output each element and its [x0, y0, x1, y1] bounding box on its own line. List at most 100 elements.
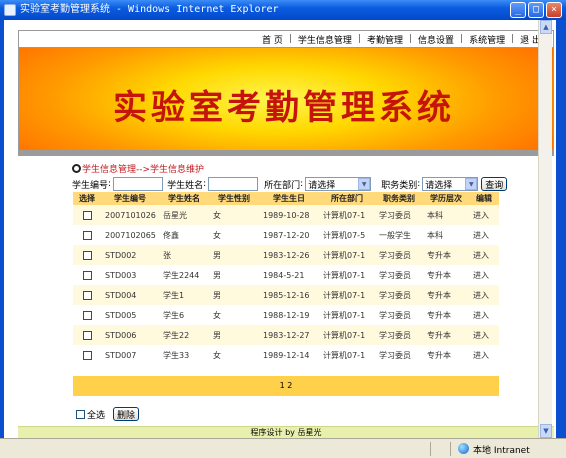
cell-department: 计算机07-1 [319, 345, 375, 365]
row-checkbox[interactable] [82, 230, 92, 240]
cell-edit[interactable]: 进入 [469, 325, 499, 345]
cell-student-name: 岳星光 [159, 205, 209, 225]
table-row: STD003 学生2244 男 1984-5-21 计算机07-1 学习委员 专升本 进入 [73, 265, 499, 285]
cell-edit[interactable]: 进入 [469, 225, 499, 245]
row-checkbox[interactable] [82, 270, 92, 280]
nav-home[interactable]: 首 页 [256, 33, 289, 46]
col-birthday: 学生生日 [259, 192, 319, 205]
row-checkbox[interactable] [82, 330, 92, 340]
cell-education: 本科 [423, 225, 469, 245]
cell-student-no: STD007 [101, 345, 159, 365]
close-button[interactable]: × [546, 2, 562, 18]
breadcrumb-text[interactable]: 学生信息管理-->学生信息维护 [82, 162, 204, 175]
student-no-input[interactable] [113, 177, 164, 191]
row-checkbox[interactable] [82, 350, 92, 360]
cell-edit[interactable]: 进入 [469, 265, 499, 285]
cell-position: 学习委员 [375, 345, 423, 365]
department-select[interactable]: 请选择 ▼ [305, 177, 372, 191]
select-all-label: 全选 [87, 410, 106, 421]
col-education: 学历层次 [423, 192, 469, 205]
chevron-down-icon[interactable]: ▼ [465, 178, 478, 190]
row-checkbox[interactable] [82, 310, 92, 320]
cell-student-name: 张 [159, 245, 209, 265]
table-row: STD002 张男 1983-12-26 计算机07-1 学习委员 专升本 进入 [73, 245, 499, 265]
table-row: STD007 学生33 女 1989-12-14 计算机07-1 学习委员 专升本 进入 [73, 345, 499, 365]
cell-birthday: 1983-12-27 [259, 325, 319, 345]
select-all-checkbox[interactable] [76, 409, 85, 419]
cell-gender: 女 [209, 305, 259, 325]
cell-position: 学习委员 [375, 305, 423, 325]
cell-student-no: STD002 [101, 245, 159, 265]
cell-gender: 女 [209, 205, 259, 225]
cell-student-name: 学生1 [159, 285, 209, 305]
cell-select [73, 245, 101, 265]
cell-gender: 女 [209, 225, 259, 245]
position-label: 职务类别 [381, 180, 418, 191]
cell-birthday: 1985-12-16 [259, 285, 319, 305]
intranet-globe-icon [458, 443, 469, 454]
chevron-down-icon[interactable]: ▼ [358, 178, 371, 190]
cell-department: 计算机07-1 [319, 325, 375, 345]
query-button[interactable]: 查询 [481, 177, 508, 191]
cell-position: 学习委员 [375, 265, 423, 285]
scroll-up-icon[interactable]: ▲ [540, 20, 552, 34]
student-name-input[interactable] [208, 177, 259, 191]
cell-education: 专升本 [423, 285, 469, 305]
position-select[interactable]: 请选择 ▼ [422, 177, 479, 191]
cell-edit[interactable]: 进入 [469, 285, 499, 305]
nav-student-info[interactable]: 学生信息管理 [292, 33, 358, 46]
minimize-button[interactable]: _ [510, 2, 526, 18]
cell-education: 专升本 [423, 245, 469, 265]
vertical-scrollbar[interactable]: ▲ ▼ [538, 20, 552, 438]
table-row: STD006 学生22 男 1983-12-27 计算机07-1 学习委员 专升本 进入 [73, 325, 499, 345]
table-header-row: 选择 学生编号 学生姓名 学生性别 学生生日 所在部门 职务类别 学历层次 编辑 [73, 192, 499, 205]
col-edit: 编辑 [469, 192, 499, 205]
cell-birthday: 1987-12-20 [259, 225, 319, 245]
table-row: 2007102065 佟鑫女 1987-12-20 计算机07-5 一般学生 本科 进入 [73, 225, 499, 245]
delete-button[interactable]: 删除 [113, 407, 140, 421]
cell-gender: 男 [209, 265, 259, 285]
header-banner: 实验室考勤管理系统 [18, 48, 554, 150]
col-department: 所在部门 [319, 192, 375, 205]
cell-student-no: STD006 [101, 325, 159, 345]
colon: : [203, 179, 207, 189]
col-position: 职务类别 [375, 192, 423, 205]
window-frame: 首 页 | 学生信息管理 | 考勤管理 | 信息设置 | 系统管理 | 退 出 … [0, 20, 566, 438]
cell-edit[interactable]: 进入 [469, 245, 499, 265]
cell-edit[interactable]: 进入 [469, 305, 499, 325]
department-label: 所在部门 [264, 180, 301, 191]
cell-edit[interactable]: 进入 [469, 205, 499, 225]
col-student-name: 学生姓名 [159, 192, 209, 205]
cell-department: 计算机07-5 [319, 225, 375, 245]
cell-select [73, 285, 101, 305]
maximize-button[interactable]: □ [528, 2, 544, 18]
nav-attendance[interactable]: 考勤管理 [361, 33, 409, 46]
scroll-down-icon[interactable]: ▼ [540, 424, 552, 438]
pagination[interactable]: 1 2 [73, 376, 499, 396]
cell-birthday: 1984-5-21 [259, 265, 319, 285]
col-select: 选择 [73, 192, 101, 205]
cell-student-name: 佟鑫 [159, 225, 209, 245]
cell-student-no: STD004 [101, 285, 159, 305]
cell-birthday: 1983-12-26 [259, 245, 319, 265]
cell-select [73, 265, 101, 285]
department-select-value: 请选择 [308, 180, 336, 191]
bulk-actions: 全选 删除 [76, 407, 140, 421]
cell-gender: 男 [209, 285, 259, 305]
row-checkbox[interactable] [82, 210, 92, 220]
search-form: 学生编号 : 学生姓名 : 所在部门 : 请选择 ▼ 职务类别 : 请选择 ▼ … [72, 176, 512, 192]
banner-title: 实验室考勤管理系统 [113, 88, 455, 128]
nav-system[interactable]: 系统管理 [463, 33, 511, 46]
cell-education: 专升本 [423, 325, 469, 345]
browser-viewport: 首 页 | 学生信息管理 | 考勤管理 | 信息设置 | 系统管理 | 退 出 … [4, 20, 556, 438]
cell-gender: 男 [209, 325, 259, 345]
cell-position: 学习委员 [375, 205, 423, 225]
row-checkbox[interactable] [82, 250, 92, 260]
cell-edit[interactable]: 进入 [469, 345, 499, 365]
cell-gender: 女 [209, 345, 259, 365]
status-divider [430, 442, 431, 456]
top-nav: 首 页 | 学生信息管理 | 考勤管理 | 信息设置 | 系统管理 | 退 出 [18, 30, 554, 48]
cell-position: 学习委员 [375, 285, 423, 305]
nav-info-settings[interactable]: 信息设置 [412, 33, 460, 46]
row-checkbox[interactable] [82, 290, 92, 300]
